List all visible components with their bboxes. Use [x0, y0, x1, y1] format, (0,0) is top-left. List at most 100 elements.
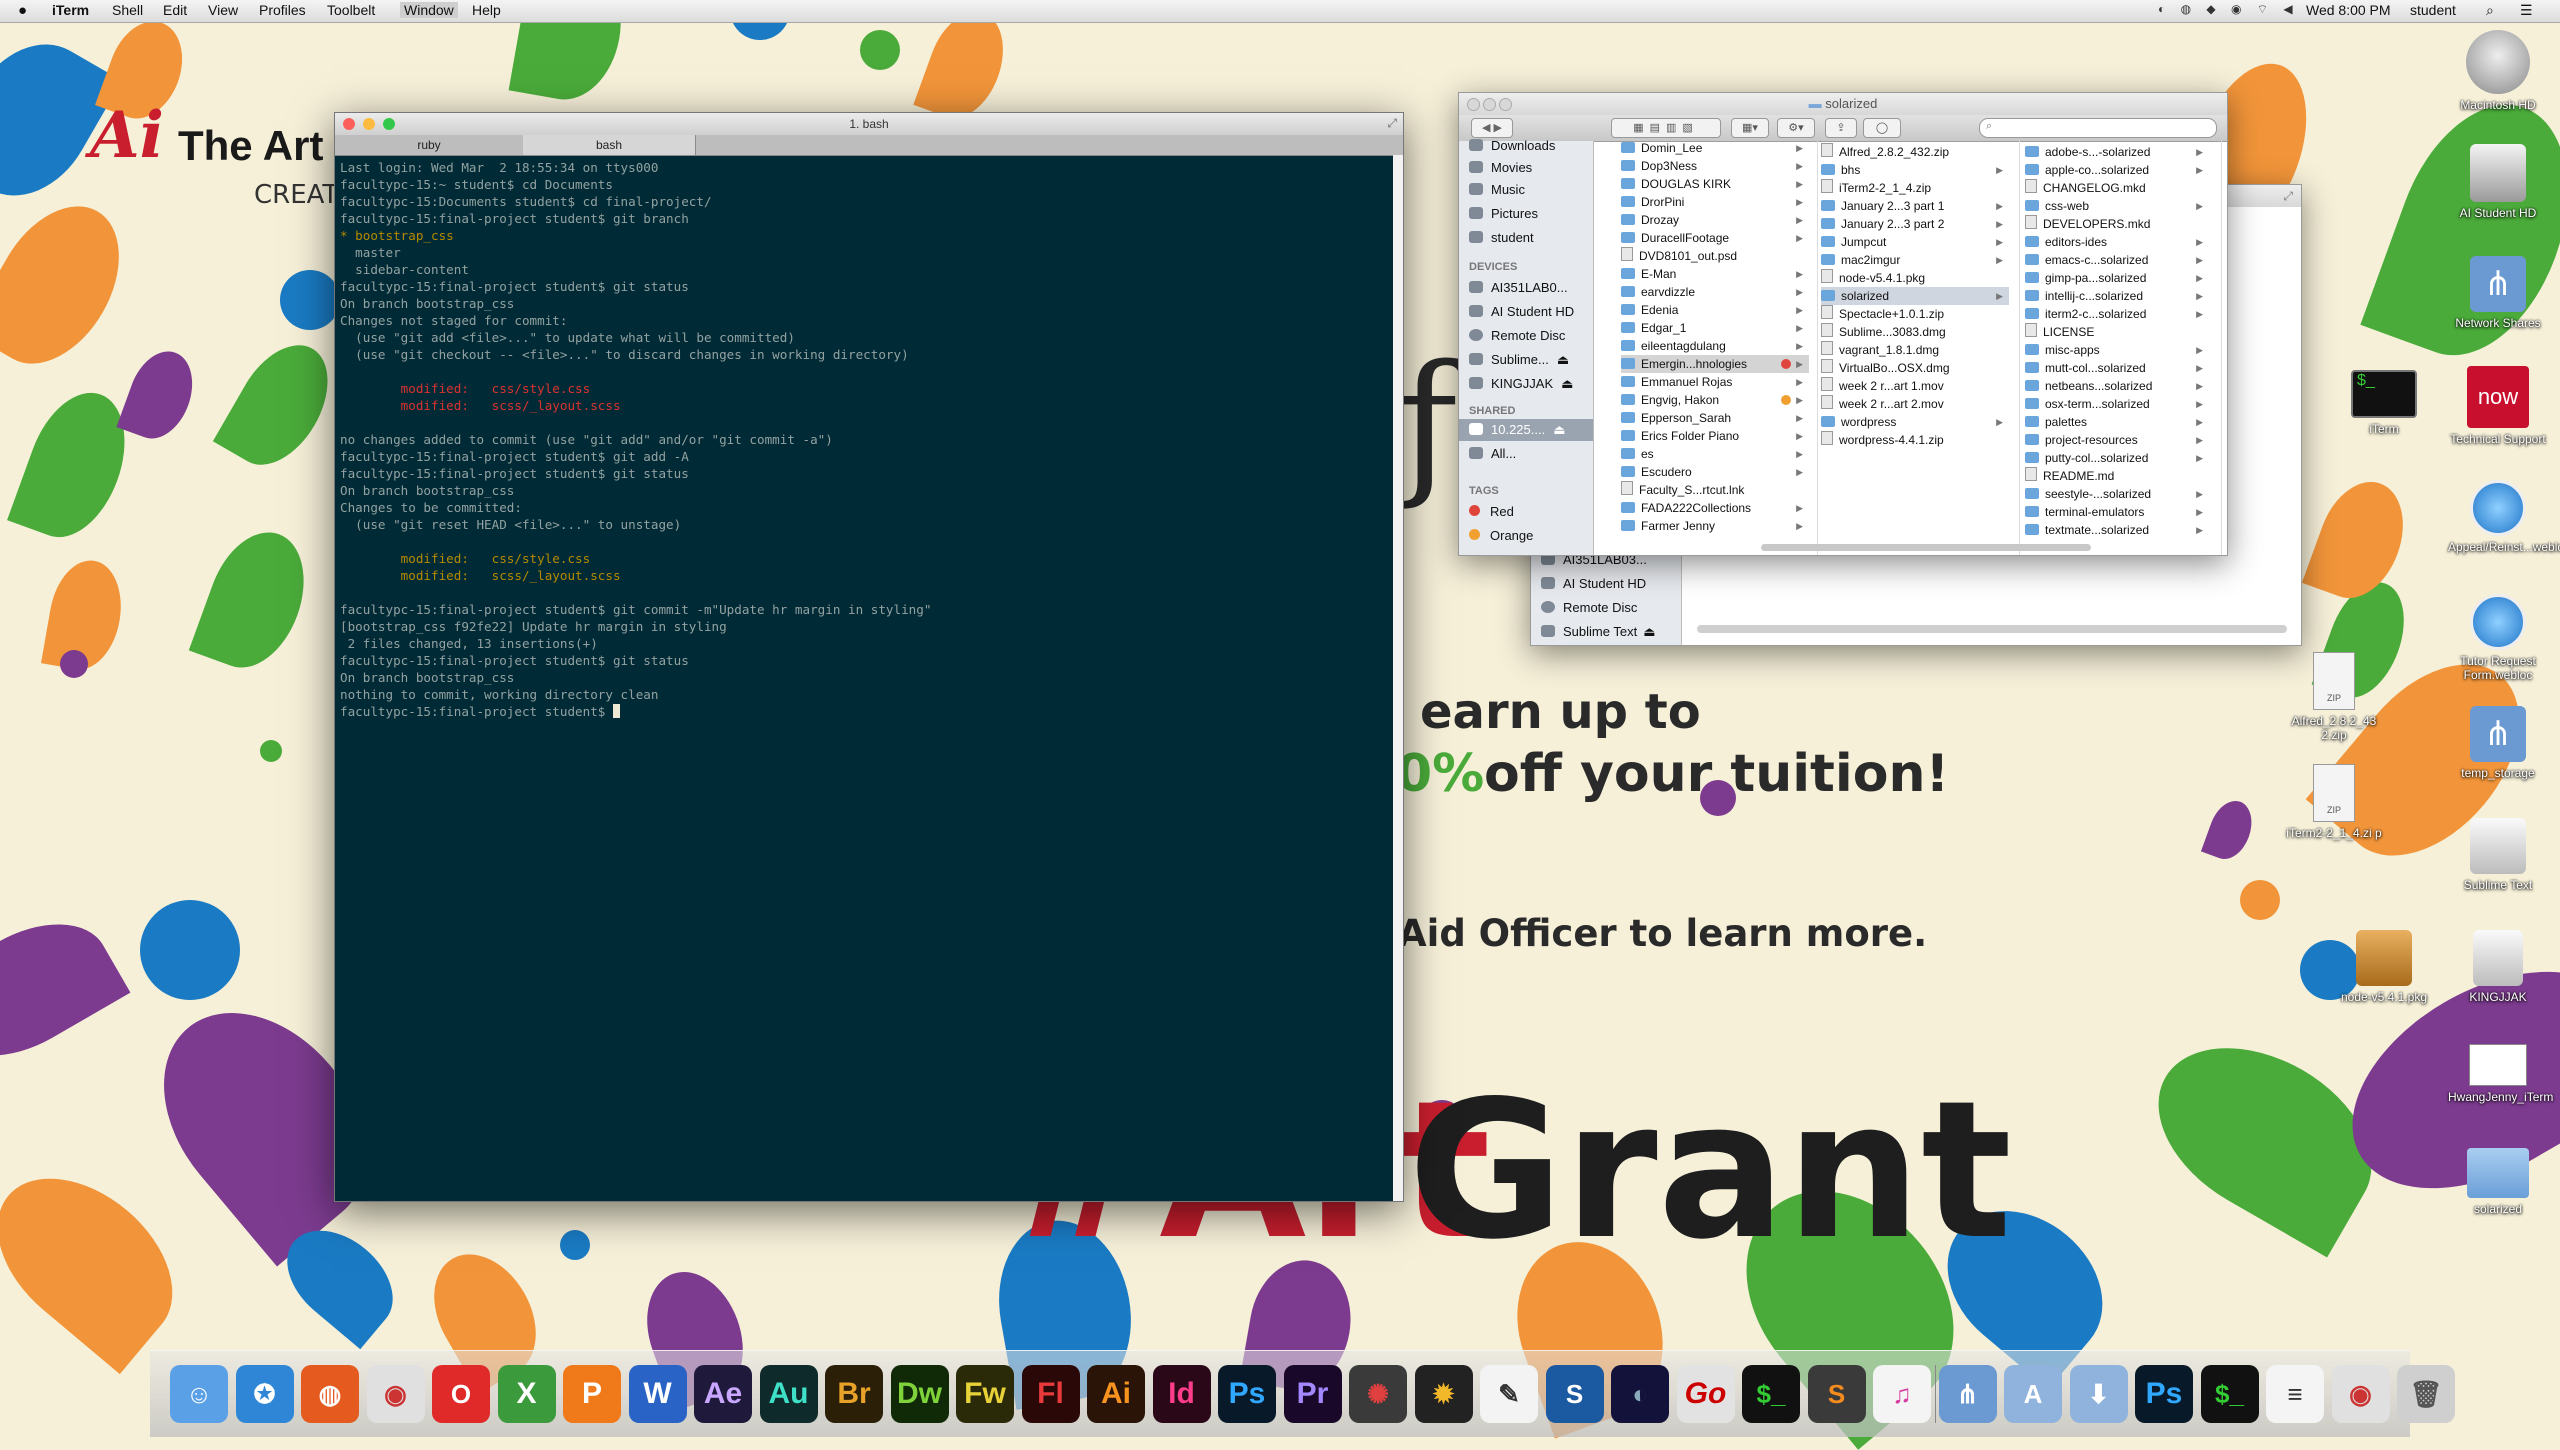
finder-file-item[interactable]: misc-apps ▶ [2025, 341, 2209, 359]
menu-help[interactable]: Help [472, 2, 501, 18]
finder-file-item[interactable]: earvdizzle ▶ [1621, 283, 1809, 301]
menu-datetime[interactable]: Wed 8:00 PM [2306, 2, 2391, 18]
menu-user[interactable]: student [2410, 2, 2456, 18]
finder-file-item[interactable]: palettes ▶ [2025, 413, 2209, 431]
desktop-icon-kingjjak[interactable]: KINGJJAK [2448, 930, 2548, 1004]
finder-file-item[interactable]: Escudero ▶ [1621, 463, 1809, 481]
sidebar-item-pictures[interactable]: Pictures [1469, 203, 1538, 225]
dock-item-terminal-icon[interactable]: $_ [1742, 1365, 1800, 1423]
sidebar-tag-red[interactable]: Red [1469, 501, 1514, 523]
finder-file-item[interactable]: iterm2-c...solarized ▶ [2025, 305, 2209, 323]
finder-file-item[interactable]: adobe-s...-solarized ▶ [2025, 143, 2209, 161]
finder-file-item[interactable]: project-resources ▶ [2025, 431, 2209, 449]
finder-back-item[interactable]: Remote Disc [1541, 597, 1637, 619]
notification-center-icon[interactable]: ☰ [2520, 2, 2533, 19]
view-icons-button[interactable]: ▦▤▥▧ [1611, 118, 1721, 138]
menu-profiles[interactable]: Profiles [259, 2, 306, 18]
desktop-icon-iterm2-zip[interactable]: ZIP iTerm2-2_1_4.zi p [2284, 764, 2384, 840]
desktop-icon-iterm[interactable]: $_ iTerm [2334, 370, 2434, 436]
desktop-icon-tutor-request[interactable]: Tutor Request Form.webloc [2448, 594, 2548, 682]
traffic-close[interactable] [1467, 98, 1480, 111]
dock-item-br-icon[interactable]: Br [825, 1365, 883, 1423]
desktop-icon-macintosh-hd[interactable]: Macintosh HD [2448, 30, 2548, 112]
desktop-icon-network-shares[interactable]: ⋔ Network Shares [2448, 256, 2548, 330]
spotlight-search-icon[interactable]: ⌕ [2486, 2, 2494, 19]
finder-file-item[interactable]: Erics Folder Piano ▶ [1621, 427, 1809, 445]
sidebar-tag-orange[interactable]: Orange [1469, 525, 1533, 547]
menu-app-name[interactable]: iTerm [52, 2, 89, 18]
finder-file-item[interactable]: gimp-pa...solarized ▶ [2025, 269, 2209, 287]
desktop-icon-appeal-webloc[interactable]: Appeal/Reinst...webloc [2448, 480, 2560, 554]
dock-item-dw-icon[interactable]: Dw [890, 1365, 949, 1423]
finder-file-item[interactable]: Emergin...hnologies ▶ [1621, 355, 1809, 373]
finder-file-item[interactable]: css-web ▶ [2025, 197, 2209, 215]
menu-toolbelt[interactable]: Toolbelt [327, 2, 375, 18]
desktop-icon-technical-support[interactable]: now Technical Support [2448, 366, 2548, 446]
sidebar-item-movies[interactable]: Movies [1469, 157, 1532, 179]
finder-file-item[interactable]: DrorPini ▶ [1621, 193, 1809, 211]
sidebar-device[interactable]: AI Student HD [1469, 301, 1574, 323]
finder-file-item[interactable]: wordpress ▶ [1821, 413, 2009, 431]
dock-item-chrome-icon[interactable]: ◉ [366, 1365, 425, 1423]
sidebar-item-music[interactable]: Music [1469, 179, 1525, 201]
eject-icon[interactable]: ⏏ [1557, 352, 1569, 367]
tab-ruby[interactable]: ruby [335, 135, 524, 155]
sidebar-shared[interactable]: All... [1469, 443, 1516, 465]
finder-back-resize-icon[interactable]: ⤢ [2283, 189, 2293, 204]
apple-menu-icon[interactable]: ● [18, 2, 27, 19]
terminal-scrollbar[interactable] [1393, 155, 1403, 1201]
dock-item-network-icon[interactable]: ⋔ [1938, 1365, 1997, 1423]
finder-file-item[interactable]: editors-ides ▶ [2025, 233, 2209, 251]
finder-file-item[interactable]: DOUGLAS KIRK ▶ [1621, 175, 1809, 193]
finder-file-item[interactable]: wordpress-4.4.1.zip [1821, 431, 2009, 449]
dock-item-chrome-icon[interactable]: ◉ [2331, 1365, 2390, 1423]
finder-file-item[interactable]: Spectacle+1.0.1.zip [1821, 305, 2009, 323]
desktop-icon-ai-student-hd[interactable]: AI Student HD [2448, 144, 2548, 220]
dock-item-ps-icon[interactable]: Ps [1218, 1365, 1276, 1423]
finder-file-item[interactable]: mac2imgur ▶ [1821, 251, 2009, 269]
finder-file-item[interactable]: es ▶ [1621, 445, 1809, 463]
menu-shell[interactable]: Shell [112, 2, 143, 18]
eject-icon[interactable]: ⏏ [1553, 422, 1565, 437]
finder-file-item[interactable]: textmate...solarized ▶ [2025, 521, 2209, 539]
finder-file-item[interactable]: Emmanuel Rojas ▶ [1621, 373, 1809, 391]
dock-item-ai-icon[interactable]: Ai [1087, 1365, 1145, 1423]
finder-file-item[interactable]: iTerm2-2_1_4.zip [1821, 179, 2009, 197]
finder-file-item[interactable]: terminal-emulators ▶ [2025, 503, 2209, 521]
finder-file-item[interactable]: VirtualBo...OSX.dmg [1821, 359, 2009, 377]
dock-item-davinci-icon[interactable]: ✺ [1349, 1365, 1407, 1423]
dock-item-terminal-icon[interactable]: $_ [2200, 1365, 2259, 1423]
terminal-titlebar[interactable]: 1. bash ⤢ [335, 113, 1403, 136]
dock-item-downloads-icon[interactable]: ⬇ [2069, 1365, 2128, 1423]
tag-button[interactable]: ◯ [1863, 118, 1901, 138]
dock-item-go-icon[interactable]: Go [1676, 1365, 1735, 1423]
finder-file-item[interactable]: putty-col...solarized ▶ [2025, 449, 2209, 467]
finder-back-item[interactable]: AI Student HD [1541, 573, 1646, 595]
finder-file-item[interactable]: mutt-col...solarized ▶ [2025, 359, 2209, 377]
desktop-icon-hwangjenny-iterm[interactable]: HwangJenny_iTerm [2448, 1044, 2553, 1104]
action-gear-button[interactable]: ⚙▾ [1777, 118, 1815, 138]
finder-file-item[interactable]: Jumpcut ▶ [1821, 233, 2009, 251]
finder-file-item[interactable]: eileentagdulang ▶ [1621, 337, 1809, 355]
finder-file-item[interactable]: vagrant_1.8.1.dmg [1821, 341, 2009, 359]
finder-file-item[interactable]: E-Man ▶ [1621, 265, 1809, 283]
status-icons[interactable]: ◐ ◍ ◆ ◉ ⌔ ◀ [2158, 2, 2299, 17]
finder-file-item[interactable]: DuracellFootage ▶ [1621, 229, 1809, 247]
finder-file-item[interactable]: osx-term...solarized ▶ [2025, 395, 2209, 413]
sidebar-device[interactable]: Sublime... ⏏ [1469, 349, 1569, 371]
dock-item-x-icon[interactable]: X [497, 1365, 556, 1423]
finder-file-item[interactable]: emacs-c...solarized ▶ [2025, 251, 2209, 269]
dock-item-cinema-icon[interactable]: ◐ [1611, 1365, 1669, 1423]
dock-item-w-icon[interactable]: W [628, 1365, 687, 1423]
finder-file-item[interactable]: Domin_Lee ▶ [1621, 141, 1809, 157]
finder-file-item[interactable]: Dop3Ness ▶ [1621, 157, 1809, 175]
menu-edit[interactable]: Edit [163, 2, 187, 18]
dock-item-pr-icon[interactable]: Pr [1283, 1365, 1342, 1423]
desktop-icon-node-pkg[interactable]: node-v5.4.1.pkg [2334, 930, 2434, 1004]
finder-file-item[interactable]: FADA222Collections ▶ [1621, 499, 1809, 517]
finder-file-item[interactable]: Farmer Jenny ▶ [1621, 517, 1809, 535]
dock-item-sublime-icon[interactable]: S [1807, 1365, 1866, 1423]
dock-item-fw-icon[interactable]: Fw [956, 1365, 1014, 1423]
finder-file-item[interactable]: Alfred_2.8.2_432.zip [1821, 143, 2009, 161]
finder-file-item[interactable]: bhs ▶ [1821, 161, 2009, 179]
